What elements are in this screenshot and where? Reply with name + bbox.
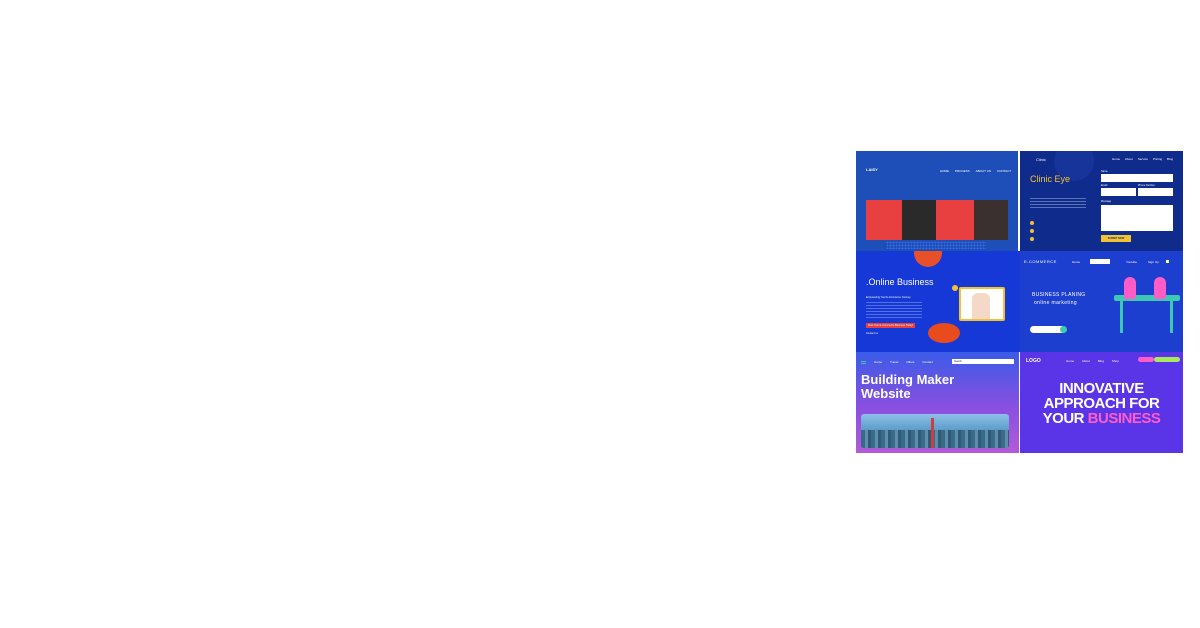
nav-item: ABOUT US [975, 169, 991, 173]
tile-nav: Home About Service Pricing Blog [1112, 157, 1173, 161]
nav-item: Home [1112, 157, 1121, 161]
illustration-chair [928, 323, 960, 343]
illustration-person [972, 293, 990, 319]
headline-word: YOUR [1042, 410, 1085, 427]
headline-line: INNOVATIVE [1059, 380, 1144, 397]
nav-item: Home [1072, 260, 1081, 264]
nav-item: Home [874, 360, 883, 364]
photo-block [974, 200, 1008, 240]
photo-block [902, 200, 936, 240]
tile-brand: E-COMMERCE [1024, 259, 1057, 264]
field-label: Message [1101, 200, 1112, 203]
nav-item: Youtube [1126, 260, 1137, 264]
headline-highlight: BUSINESS [1087, 410, 1161, 427]
nav-item: Contact [922, 360, 933, 364]
tile-nav: Home About Blog Shop [1066, 359, 1119, 363]
template-collage: LAISY HOME PROCESS ABOUT US CONTACT Clin… [856, 151, 1183, 453]
tile-subtitle: Empowering Your E-Commerce Journey [866, 296, 911, 299]
template-tile-clinic[interactable]: Clinic Home About Service Pricing Blog C… [1020, 151, 1183, 251]
phone-field[interactable] [1138, 188, 1173, 196]
title-line: Building Maker [861, 372, 955, 387]
contact-icon [1030, 229, 1034, 233]
nav-item: Travel [890, 360, 899, 364]
illustration-person [1154, 277, 1166, 299]
tile-title: .Online Business [866, 277, 934, 287]
city-photo [861, 414, 1009, 448]
nav-item: Offers [906, 360, 915, 364]
illustration-table-leg [1120, 301, 1123, 333]
nav-item: Shop [1111, 359, 1119, 363]
template-tile-building-maker[interactable]: Home Travel Offers Contact Search Buildi… [856, 352, 1019, 453]
tile-nav: HOME PROCESS ABOUT US CONTACT [940, 169, 1011, 173]
headline-line: YOUR BUSINESS [1020, 411, 1183, 426]
field-label: Name [1101, 170, 1108, 173]
template-tile-ecommerce[interactable]: E-COMMERCE Home Youtube Sign Up BUSINESS… [1020, 251, 1183, 352]
illustration-table-leg [1170, 301, 1173, 333]
template-tile-laisy[interactable]: LAISY HOME PROCESS ABOUT US CONTACT [856, 151, 1018, 251]
arrow-icon [1060, 326, 1067, 333]
nav-item: Pricing [1152, 157, 1163, 161]
skyline [861, 430, 1009, 448]
nav-item: PROCESS [955, 169, 970, 173]
pill-button[interactable] [1154, 357, 1180, 362]
nav-item: Blog [1097, 359, 1104, 363]
dot-pattern [886, 241, 986, 249]
bulb-icon [952, 285, 958, 291]
illustration-person [1124, 277, 1136, 299]
menu-icon[interactable] [861, 361, 866, 364]
cart-icon[interactable] [1166, 260, 1169, 263]
nav-item: About [1082, 359, 1090, 363]
pill-button[interactable] [1138, 357, 1154, 362]
body-text [1030, 198, 1086, 208]
nav-item: Service [1137, 157, 1148, 161]
name-field[interactable] [1101, 174, 1173, 182]
search-input[interactable]: Search [952, 359, 1014, 364]
tile-logo: LOGO [1026, 358, 1041, 364]
email-field[interactable] [1101, 188, 1136, 196]
headline-line: APPROACH FOR [1043, 395, 1160, 412]
template-tile-innovative[interactable]: LOGO Home About Blog Shop INNOVATIVE APP… [1020, 352, 1183, 453]
nav-item: HOME [940, 169, 949, 173]
nav-item: CONTACT [996, 169, 1012, 173]
tile-nav: Home Travel Offers Contact [874, 360, 933, 364]
nav-item: About [1125, 157, 1133, 161]
tile-logo: LAISY [866, 167, 878, 172]
tile-title: Building Maker Website [861, 373, 954, 401]
template-tile-online-business[interactable]: .Online Business Empowering Your E-Comme… [856, 251, 1020, 352]
message-field[interactable] [1101, 205, 1173, 231]
body-text [866, 302, 922, 318]
title-line: Website [861, 386, 911, 401]
deco-circle [914, 251, 942, 267]
submit-button[interactable]: SUBMIT NOW [1101, 235, 1131, 242]
search-input[interactable] [1090, 259, 1110, 264]
cta-button[interactable]: Start Your E-Commerce Business Today! [866, 323, 916, 328]
page: LAISY HOME PROCESS ABOUT US CONTACT Clin… [0, 0, 1200, 628]
headline: INNOVATIVE APPROACH FOR YOUR BUSINESS [1020, 381, 1183, 426]
field-label: Phone Number [1138, 184, 1155, 187]
contact-icon [1030, 221, 1034, 225]
tile-logo: Clinic [1036, 157, 1046, 162]
contact-icon [1030, 237, 1034, 241]
heading-1: BUSINESS PLANING [1032, 292, 1086, 298]
nav-item: Sign Up [1148, 260, 1159, 264]
field-label: Email [1101, 184, 1108, 187]
contact-heading: Contact us [866, 332, 878, 335]
nav-item: Blog [1167, 157, 1174, 161]
tower [931, 418, 934, 448]
nav-item: Home [1066, 359, 1075, 363]
heading-2: online marketing [1034, 300, 1078, 306]
tile-title: Clinic Eye [1030, 174, 1071, 184]
